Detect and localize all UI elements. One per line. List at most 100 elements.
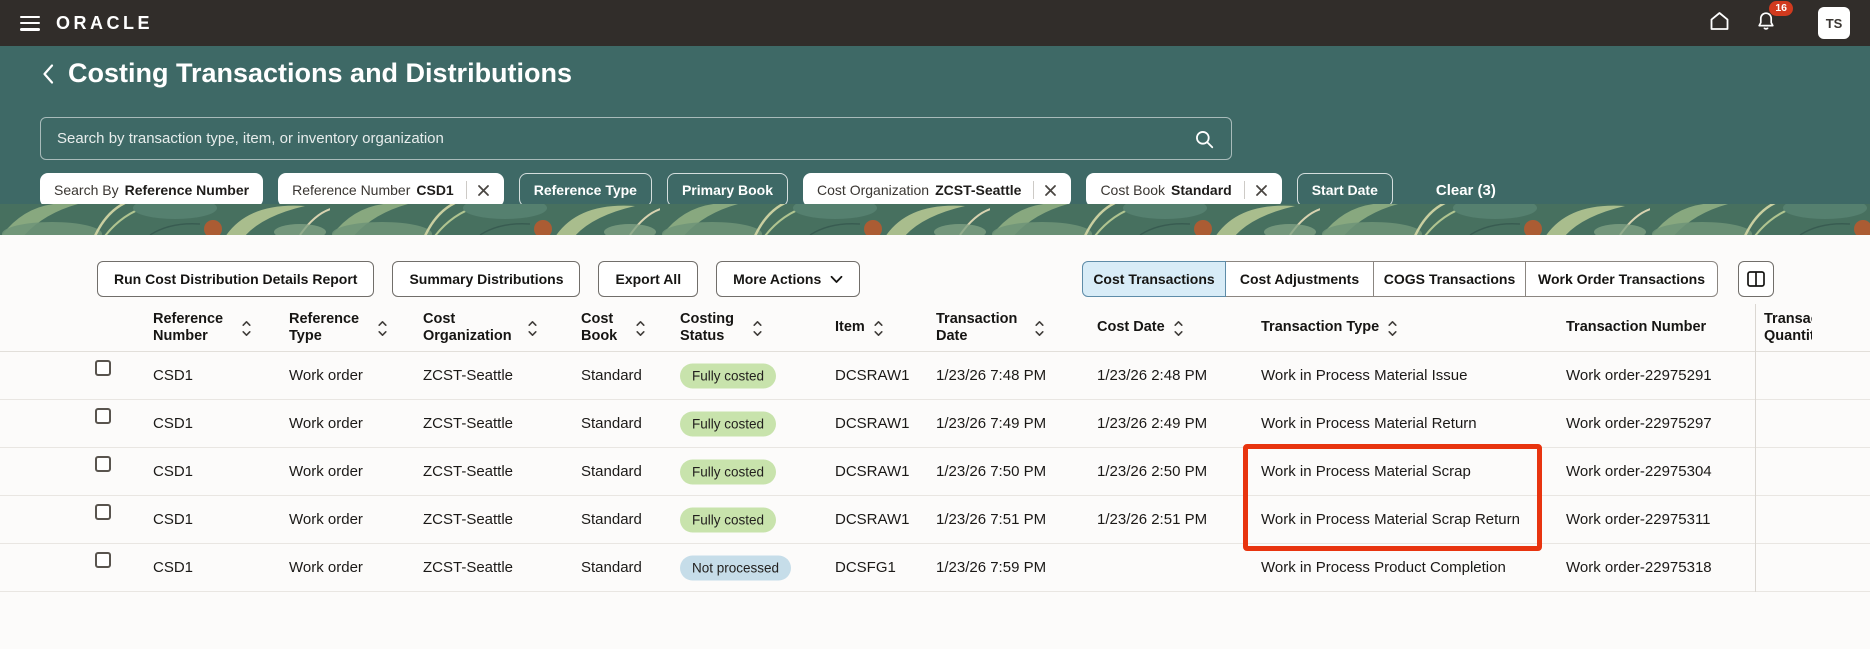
close-icon[interactable] [1255,184,1268,197]
filter-chip[interactable]: Primary Book [666,173,789,207]
manage-columns-button[interactable] [1738,261,1774,297]
cell-transaction-type: Work in Process Product Completion [1261,559,1506,576]
clear-filters-button[interactable]: Clear (3) [1436,182,1496,199]
tab-cost-transactions[interactable]: Cost Transactions [1082,261,1226,297]
cell-transaction-number: Work order-22975291 [1566,367,1712,384]
header-actions: 16 TS [1707,0,1850,39]
tab-cost-adjustments[interactable]: Cost Adjustments [1225,261,1374,297]
cell-item: DCSFG1 [835,559,896,576]
filter-chips-row: Search By Reference Number Reference Num… [40,173,1496,207]
status-badge: Fully costed [680,411,777,436]
cell-reference-number: CSD1 [153,463,194,480]
summary-distributions-button[interactable]: Summary Distributions [392,261,581,297]
chevron-down-icon [830,275,843,283]
sort-icon [1174,320,1183,336]
cell-reference-type: Work order [289,511,363,528]
column-header-reference-type[interactable]: Reference Type [289,304,388,352]
action-buttons: Run Cost Distribution Details Report Sum… [97,261,861,297]
sort-icon [874,320,883,336]
search-input[interactable] [41,118,1231,159]
cell-reference-number: CSD1 [153,415,194,432]
filter-chip[interactable]: Cost Book Standard [1086,173,1282,207]
cell-transaction-number: Work order-22975304 [1566,463,1712,480]
sort-icon [242,320,251,336]
cell-cost-book: Standard [581,367,642,384]
table-row: CSD1 Work order ZCST-Seattle Standard Fu… [0,448,1870,496]
sort-icon [528,320,537,336]
cell-item: DCSRAW1 [835,415,910,432]
sort-icon [636,320,645,336]
cell-cost-date: 1/23/26 2:49 PM [1097,415,1208,432]
column-header-cost-organization[interactable]: Cost Organization [423,304,538,352]
column-header-transaction-number: Transaction Number [1566,319,1707,336]
app-window: ORACLE 16 TS Costing Transactions and Di… [0,0,1870,649]
table-row: CSD1 Work order ZCST-Seattle Standard No… [0,544,1870,592]
avatar[interactable]: TS [1818,7,1850,39]
sort-icon [378,320,387,336]
status-badge: Not processed [680,555,792,580]
tab-work-order-transactions[interactable]: Work Order Transactions [1525,261,1718,297]
close-icon[interactable] [1044,184,1057,197]
cell-cost-organization: ZCST-Seattle [423,463,514,480]
row-checkbox[interactable] [95,360,111,376]
filter-chips: Search By Reference Number Reference Num… [40,173,1393,207]
cell-reference-type: Work order [289,559,363,576]
row-checkbox[interactable] [95,456,111,472]
column-header-transaction-date[interactable]: Transaction Date [936,304,1045,352]
cell-cost-book: Standard [581,559,642,576]
row-checkbox[interactable] [95,552,111,568]
notifications-button[interactable]: 16 [1754,0,1793,38]
hamburger-menu-icon[interactable] [20,15,40,31]
export-all-button[interactable]: Export All [598,261,699,297]
cell-cost-date: 1/23/26 2:50 PM [1097,463,1208,480]
run-cost-distribution-report-button[interactable]: Run Cost Distribution Details Report [97,261,375,297]
decorative-leaf-pattern [0,204,1870,235]
filter-chip[interactable]: Search By Reference Number [40,173,264,207]
page-title: Costing Transactions and Distributions [68,58,573,88]
home-button[interactable] [1707,9,1732,38]
cell-transaction-type: Work in Process Material Scrap Return [1261,511,1520,528]
main-content: Run Cost Distribution Details Report Sum… [0,235,1870,649]
filter-chip[interactable]: Reference Number CSD1 [278,173,504,207]
cell-transaction-number: Work order-22975297 [1566,415,1712,432]
columns-icon [1747,271,1765,287]
column-header-cost-date[interactable]: Cost Date [1097,304,1184,352]
notification-badge: 16 [1769,0,1793,17]
back-icon [43,63,54,84]
column-header-transaction-quantity: Transaction Quantity [1764,310,1812,344]
row-checkbox[interactable] [95,504,111,520]
cell-transaction-date: 1/23/26 7:49 PM [936,415,1047,432]
column-header-cost-book[interactable]: Cost Book [581,304,646,352]
search-box [40,117,1232,160]
cell-item: DCSRAW1 [835,367,910,384]
cell-transaction-number: Work order-22975311 [1566,511,1711,528]
table-row: CSD1 Work order ZCST-Seattle Standard Fu… [0,496,1870,544]
cell-cost-book: Standard [581,463,642,480]
tab-cogs-transactions[interactable]: COGS Transactions [1373,261,1526,297]
transaction-tabs: Cost Transactions Cost Adjustments COGS … [1082,261,1718,297]
page-hero: Costing Transactions and Distributions S… [0,46,1870,207]
back-button[interactable] [42,63,54,85]
filter-chip[interactable]: Cost Organization ZCST-Seattle [803,173,1072,207]
cell-reference-type: Work order [289,367,363,384]
filter-chip[interactable]: Start Date [1296,173,1393,207]
column-header-reference-number[interactable]: Reference Number [153,304,252,352]
cell-transaction-date: 1/23/26 7:59 PM [936,559,1047,576]
column-header-costing-status[interactable]: Costing Status [680,304,763,352]
row-checkbox[interactable] [95,408,111,424]
filter-chip[interactable]: Reference Type [518,173,652,207]
cell-item: DCSRAW1 [835,511,910,528]
search-icon[interactable] [1194,129,1215,155]
global-header: ORACLE 16 TS [0,0,1870,46]
cell-reference-type: Work order [289,415,363,432]
cell-transaction-number: Work order-22975318 [1566,559,1712,576]
cell-transaction-date: 1/23/26 7:50 PM [936,463,1047,480]
cell-item: DCSRAW1 [835,463,910,480]
cell-reference-number: CSD1 [153,559,194,576]
column-header-transaction-type[interactable]: Transaction Type [1261,304,1398,352]
column-header-item[interactable]: Item [835,304,884,352]
cell-cost-organization: ZCST-Seattle [423,559,514,576]
home-icon [1707,9,1732,38]
more-actions-button[interactable]: More Actions [716,261,861,297]
close-icon[interactable] [477,184,490,197]
